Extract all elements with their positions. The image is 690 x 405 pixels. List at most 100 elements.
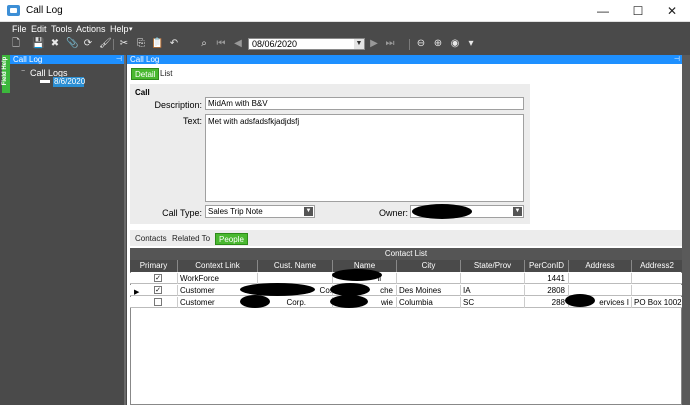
menu-actions[interactable]: Actions	[76, 24, 106, 34]
binoculars-icon[interactable]: ⌕	[198, 38, 210, 50]
primary-checkbox[interactable]: ✓	[154, 274, 162, 282]
new-icon[interactable]: 🗋	[10, 38, 22, 50]
column-header-primary[interactable]: Primary	[130, 260, 178, 272]
panel-splitter[interactable]	[124, 55, 126, 405]
pin-icon[interactable]: ⊣	[674, 55, 680, 64]
owner-label: Owner:	[378, 208, 408, 218]
undo-icon[interactable]: ↶	[168, 38, 180, 50]
forward-icon[interactable]: ⊕	[432, 38, 444, 50]
tab-list[interactable]: List	[157, 68, 175, 80]
address2-cell	[632, 273, 682, 284]
text-label: Text:	[182, 116, 202, 126]
redaction-mark	[332, 269, 382, 281]
menu-help[interactable]: Help	[110, 24, 129, 34]
call-type-label: Call Type:	[162, 208, 202, 218]
refresh-icon[interactable]: ⟳	[82, 38, 94, 50]
table-row[interactable]: ✓ Customer Co. che Des Moines IA 2808	[130, 285, 682, 296]
tab-related-to[interactable]: Related To	[172, 233, 210, 245]
state-cell: SC	[461, 297, 525, 308]
description-label: Description:	[154, 100, 202, 110]
state-cell	[461, 273, 525, 284]
primary-checkbox[interactable]: ✓	[154, 286, 162, 294]
attach-icon[interactable]: 📎	[66, 38, 78, 50]
toolbar-separator	[409, 39, 410, 50]
tab-people[interactable]: People	[215, 233, 248, 245]
tree-expander-icon[interactable]: −	[21, 68, 25, 75]
last-record-icon[interactable]: ⏭	[384, 38, 396, 50]
column-header-cust-name[interactable]: Cust. Name	[258, 260, 333, 272]
text-field[interactable]: Met with adsfadsfkjadjdsfj	[205, 114, 524, 202]
column-header-state[interactable]: State/Prov	[461, 260, 525, 272]
vertical-scrollbar[interactable]	[682, 55, 690, 405]
current-row-indicator-icon: ▶	[134, 289, 140, 296]
perconid-cell: 2808	[525, 285, 569, 296]
more-icon[interactable]: ▾	[465, 38, 477, 50]
app-icon	[7, 5, 20, 16]
close-button[interactable]: ✕	[664, 3, 680, 19]
right-panel-title: Call Log	[130, 55, 160, 64]
back-icon[interactable]: ⊖	[415, 38, 427, 50]
state-cell: IA	[461, 285, 525, 296]
column-header-address2[interactable]: Address2	[632, 260, 682, 272]
table-row[interactable]: ✓ WorkForce li 1441	[130, 273, 682, 284]
address2-cell: PO Box 10025	[634, 298, 682, 307]
date-field[interactable]: 08/06/2020 ▼	[248, 38, 365, 50]
cut-icon[interactable]: ✂	[118, 38, 130, 50]
maximize-button[interactable]: ☐	[630, 3, 646, 19]
redaction-mark	[565, 294, 595, 307]
save-icon[interactable]: 💾	[32, 38, 44, 50]
menu-file[interactable]: File	[12, 24, 27, 34]
column-header-context-link[interactable]: Context Link	[178, 260, 258, 272]
menu-tools[interactable]: Tools	[51, 24, 72, 34]
tab-detail[interactable]: Detail	[131, 68, 160, 80]
lower-tab-bar	[130, 230, 682, 246]
table-row[interactable]: Customer Corp. wie Columbia SC 288 ervic…	[130, 297, 682, 308]
minimize-button[interactable]: —	[595, 3, 611, 19]
call-type-select[interactable]: Sales Trip Note ▼	[205, 205, 315, 218]
column-header-address[interactable]: Address	[569, 260, 632, 272]
primary-checkbox[interactable]	[154, 298, 162, 306]
context-link-cell: WorkForce	[178, 273, 258, 284]
toolbar-separator	[113, 39, 114, 50]
clear-icon[interactable]: 🖌	[99, 38, 112, 50]
menu-edit[interactable]: Edit	[31, 24, 47, 34]
redaction-mark	[240, 295, 270, 308]
date-value: 08/06/2020	[252, 39, 298, 49]
copy-icon[interactable]: ⎘	[135, 38, 147, 50]
description-field[interactable]: MidAm with B&V	[205, 97, 524, 110]
city-cell: Des Moines	[397, 285, 461, 296]
tree-item-call-log[interactable]: 8/6/2020	[53, 77, 85, 87]
menu-help-dropdown-icon[interactable]: ▾	[129, 25, 133, 33]
title-bar: Call Log — ☐ ✕	[0, 0, 690, 22]
city-cell: Columbia	[397, 297, 461, 308]
address2-cell	[632, 285, 682, 296]
first-record-icon[interactable]: ⏮	[215, 38, 227, 50]
call-group-title: Call	[135, 88, 150, 97]
perconid-cell: 1441	[525, 273, 569, 284]
paste-icon[interactable]: 📋	[151, 38, 163, 50]
next-record-icon[interactable]: ▶	[368, 38, 380, 50]
pin-icon[interactable]: ⊣	[116, 55, 122, 64]
record-icon	[40, 80, 50, 85]
address-cell	[569, 273, 632, 284]
right-panel-header: Call Log ⊣	[127, 55, 682, 64]
column-header-perconid[interactable]: PerConID	[525, 260, 569, 272]
perconid-cell: 288	[525, 297, 569, 308]
chevron-down-icon[interactable]: ▼	[304, 207, 313, 216]
redaction-mark	[330, 295, 368, 308]
menu-bar: File Edit Tools Actions Help ▾	[0, 22, 690, 36]
home-icon[interactable]: ◉	[449, 38, 461, 50]
primary-cell[interactable]	[130, 297, 178, 308]
column-header-city[interactable]: City	[397, 260, 461, 272]
delete-icon[interactable]: ✖	[49, 38, 61, 50]
field-help-label: Field Help	[2, 56, 8, 86]
city-cell	[397, 273, 461, 284]
primary-cell[interactable]: ✓	[130, 273, 178, 284]
chevron-down-icon[interactable]: ▼	[513, 207, 522, 216]
redaction-mark	[412, 204, 472, 219]
chevron-down-icon[interactable]: ▼	[354, 39, 364, 49]
tab-contacts[interactable]: Contacts	[135, 233, 167, 245]
grid-header: Primary Context Link Cust. Name Name Cit…	[130, 260, 682, 272]
left-panel-header: Call Log ⊣	[10, 55, 124, 64]
previous-record-icon[interactable]: ◀	[232, 38, 244, 50]
